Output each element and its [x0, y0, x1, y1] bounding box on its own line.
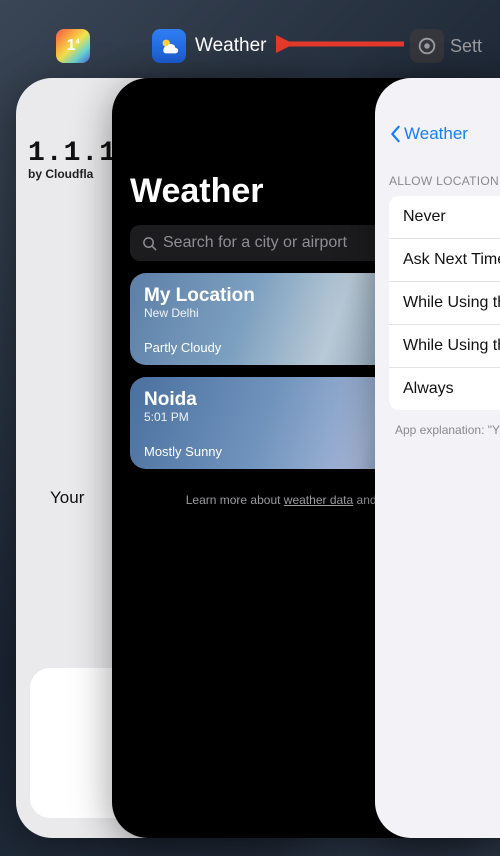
app-1111-glyph: 14 [67, 37, 80, 55]
section-header-allow-location: ALLOW LOCATION [389, 174, 500, 188]
tile-condition: Partly Cloudy [144, 340, 221, 355]
app-label-weather: Weather [195, 35, 266, 57]
c1-your-text: Your [50, 488, 84, 508]
tile-condition: Mostly Sunny [144, 444, 222, 459]
app-switcher-header: 14 Weather Sett [0, 24, 500, 68]
back-button[interactable]: Weather [389, 124, 500, 144]
option-always[interactable]: Always [389, 368, 500, 410]
search-placeholder: Search for a city or airport [163, 234, 347, 252]
option-ask-next-time[interactable]: Ask Next Time O [389, 239, 500, 282]
app-icon-settings[interactable] [410, 29, 444, 63]
option-never[interactable]: Never [389, 196, 500, 239]
search-icon [142, 236, 157, 251]
app-icon-1111[interactable]: 14 [56, 29, 90, 63]
link-weather-data[interactable]: weather data [284, 493, 353, 507]
annotation-arrow [276, 34, 406, 54]
app-icon-weather[interactable] [152, 29, 186, 63]
app-label-settings: Sett [450, 36, 482, 57]
app-card-settings[interactable]: Weather ALLOW LOCATION Never Ask Next Ti… [375, 78, 500, 838]
gear-icon [416, 35, 438, 57]
back-label: Weather [404, 124, 468, 144]
app-explanation-text: App explanation: "Y weather and send n y… [389, 422, 500, 438]
option-while-using-1[interactable]: While Using the A [389, 282, 500, 325]
location-options-list: Never Ask Next Time O While Using the A … [389, 196, 500, 410]
option-while-using-2[interactable]: While Using the A [389, 325, 500, 368]
chevron-left-icon [389, 125, 401, 143]
weather-sun-cloud-icon [158, 35, 180, 57]
